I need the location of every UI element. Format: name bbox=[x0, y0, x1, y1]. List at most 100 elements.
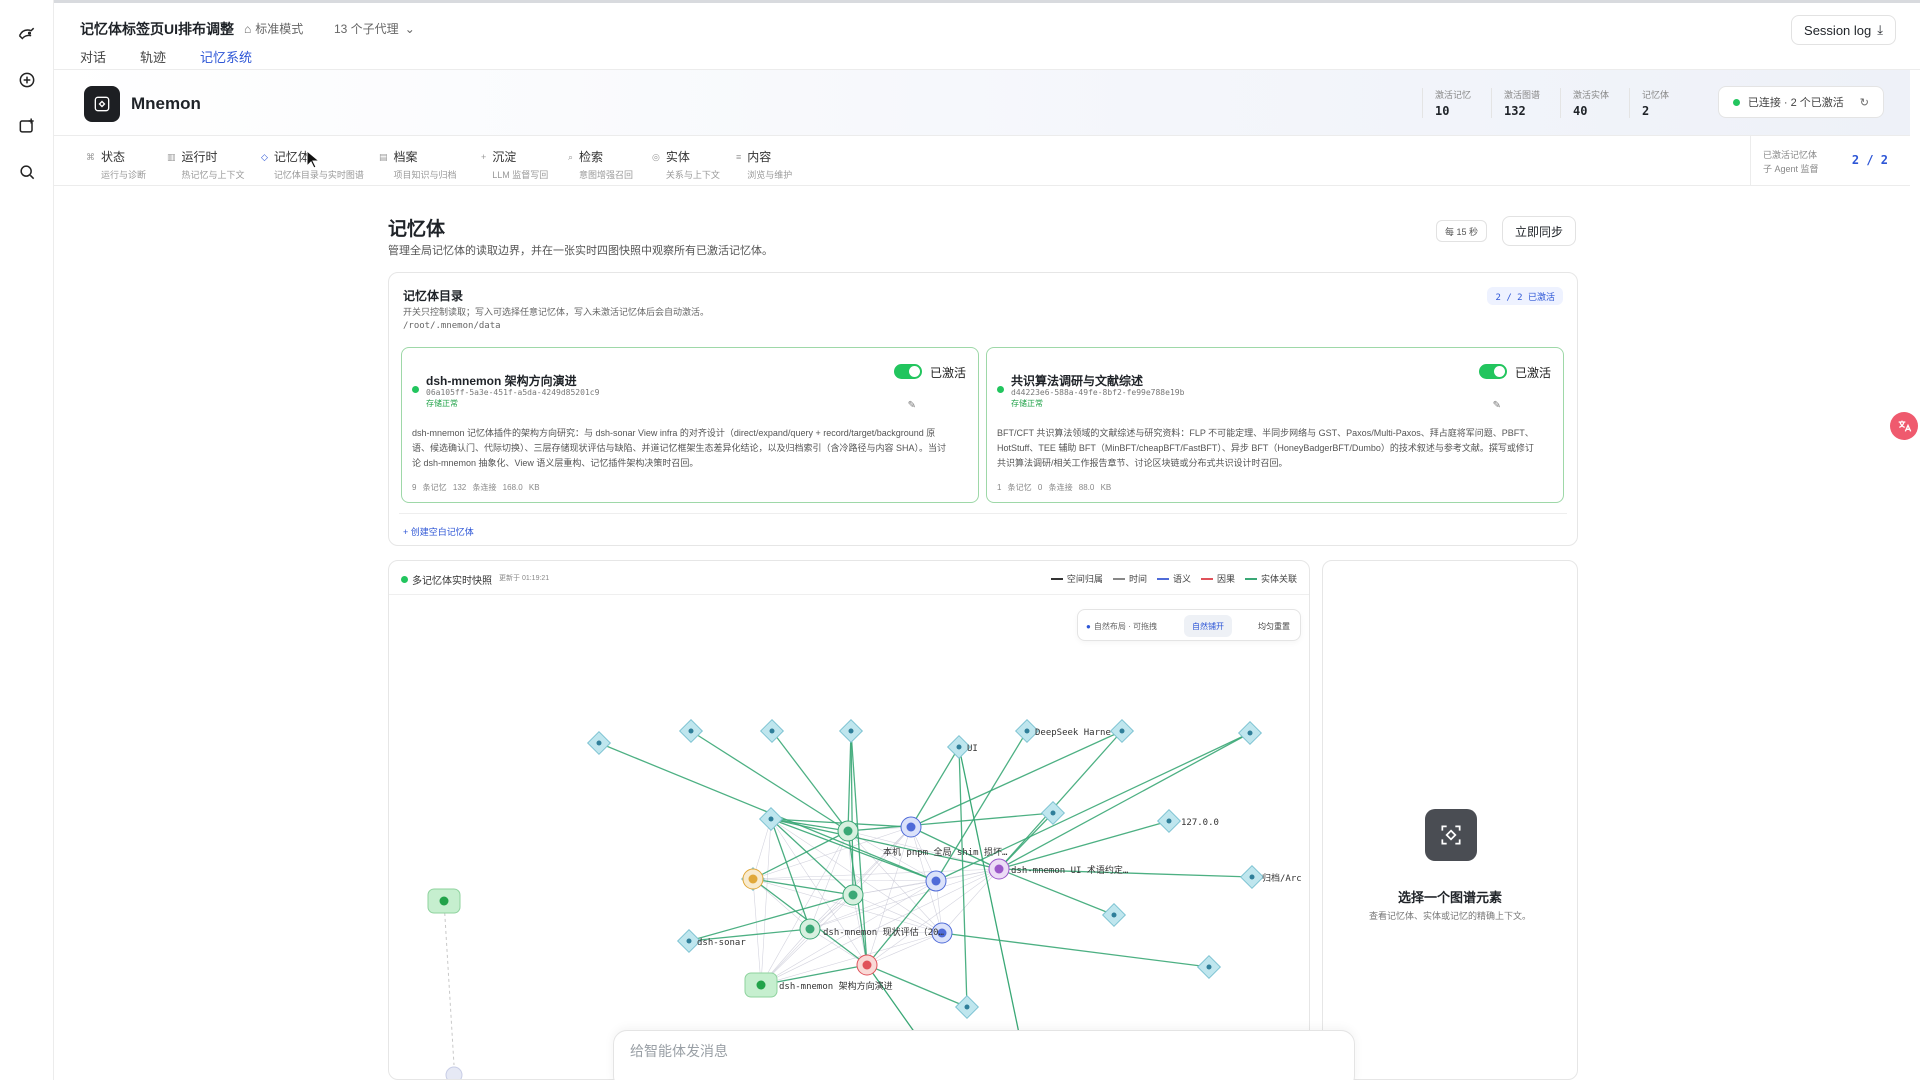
detail-title: 选择一个图谱元素 bbox=[1397, 890, 1502, 905]
memory-card[interactable]: 共识算法调研与文献综述 d44223e6-588a-49fe-8bf2-fe99… bbox=[986, 347, 1564, 503]
subtab-runtime[interactable]: ▥ 运行时 热记忆与上下文 bbox=[167, 148, 245, 181]
graph-node-label: dsh-sonar bbox=[697, 938, 746, 948]
edge-entity bbox=[910, 746, 960, 828]
subtab-desc: 浏览与维护 bbox=[747, 170, 793, 180]
session-log-button[interactable]: Session log ⤓ bbox=[1791, 15, 1896, 45]
search-small-icon: ⌕ bbox=[568, 152, 574, 162]
supervision-label: 子 Agent 监督 bbox=[1763, 164, 1819, 174]
subtab-title: 沉淀 bbox=[492, 150, 517, 164]
graph-header: 多记忆体实时快照 更新于 01:19:21 空间归属 时间 语义 因果 实体关联 bbox=[389, 561, 1309, 595]
subtab-title: 内容 bbox=[747, 150, 772, 164]
directory-title: 记忆体目录 bbox=[403, 289, 464, 303]
stat-value: 132 bbox=[1504, 104, 1526, 118]
create-memory-link[interactable]: + 创建空白记忆体 bbox=[403, 525, 474, 538]
stat-active-memories: 激活记忆 10 bbox=[1422, 88, 1471, 118]
app-name: Mnemon bbox=[131, 94, 201, 113]
main-content: 记忆体 管理全局记忆体的读取边界，并在一张实时四图快照中观察所有已激活记忆体。 … bbox=[54, 186, 1910, 1080]
subtab-retrieval[interactable]: ⌕ 检索 意图增强召回 bbox=[568, 148, 633, 181]
graph-node-label: UI bbox=[967, 744, 978, 754]
subtab-title: 实体 bbox=[665, 150, 690, 164]
edge-entity bbox=[847, 812, 1054, 832]
memory-header: Mnemon 激活记忆 10 激活图谱 132 激活实体 40 记忆体 2 已连… bbox=[54, 70, 1910, 136]
memory-directory-card: 记忆体目录 开关只控制读取；写入可选择任意记忆体，写入未激活记忆体后会自动激活。… bbox=[388, 272, 1578, 546]
sync-now-button[interactable]: 立即同步 bbox=[1502, 216, 1577, 246]
activation-toggle[interactable] bbox=[894, 364, 922, 379]
session-log-label: Session log bbox=[1804, 22, 1872, 38]
detail-description: 查看记忆体、实体或记忆的精确上下文。 bbox=[1368, 911, 1531, 921]
entity-node-center bbox=[1050, 810, 1056, 816]
directory-path: /root/.mnemon/data bbox=[403, 321, 501, 331]
layout-hint-label: 自然布局 · 可拖拽 bbox=[1093, 622, 1157, 631]
memory-node-core bbox=[862, 960, 872, 970]
graph-node-label: dsh-mnemon 架构方向演进 bbox=[779, 980, 893, 992]
natural-spread-button[interactable]: 自然铺开 bbox=[1184, 615, 1232, 637]
message-composer bbox=[613, 1030, 1355, 1080]
subtab-entities[interactable]: ◎ 实体 关系与上下文 bbox=[652, 148, 720, 181]
edge-entity bbox=[998, 820, 1170, 870]
add-project-icon[interactable] bbox=[13, 112, 41, 140]
graph-updated: 更新于 01:19:21 bbox=[499, 575, 550, 582]
entity-node-center bbox=[1111, 912, 1117, 918]
activated-label: 已激活记忆体 bbox=[1763, 150, 1818, 160]
legend-label: 实体关联 bbox=[1260, 574, 1297, 584]
stat-memory-bodies: 记忆体 2 bbox=[1629, 88, 1669, 118]
subtab-archive[interactable]: ▤ 档案 项目知识与归档 bbox=[379, 148, 457, 181]
entity-node-center bbox=[688, 728, 694, 734]
connection-label: 已连接 · 2 个已激活 bbox=[1747, 97, 1844, 109]
edge-entity bbox=[910, 730, 1123, 828]
memory-id: 06a105ff-5a3e-451f-a5da-4249d85201c9 bbox=[426, 388, 600, 397]
mode-icon: ⌂ bbox=[244, 21, 252, 36]
stat-label: 记忆体 bbox=[1642, 90, 1670, 100]
message-input[interactable] bbox=[630, 1043, 1230, 1059]
translate-icon[interactable] bbox=[1890, 412, 1918, 440]
graph-node-label: 归档/Arc bbox=[1262, 872, 1302, 884]
edge-entity bbox=[847, 730, 852, 832]
subtab-status[interactable]: ⌘ 状态 运行与诊断 bbox=[86, 148, 146, 181]
search-icon[interactable] bbox=[13, 158, 41, 186]
memory-card[interactable]: dsh-mnemon 架构方向演进 06a105ff-5a3e-451f-a5d… bbox=[401, 347, 979, 503]
graph-canvas[interactable]: UI DeepSeek Harne 本机 pnpm 全局 shim 损坏… 127.0… bbox=[389, 595, 1310, 1080]
top-bar: 记忆体标签页UI排布调整 ⌂ 标准模式 13 个子代理 ⌄ 对话 轨迹 记忆系统… bbox=[54, 0, 1920, 74]
interval-label: 每 15 秒 bbox=[1445, 226, 1479, 237]
memory-meta: 1 条记忆 0 条连接 88.0 KB bbox=[997, 483, 1112, 492]
chevron-down-icon: ⌄ bbox=[404, 21, 415, 36]
edge-entity bbox=[935, 732, 1251, 882]
status-dot bbox=[1732, 98, 1740, 106]
subtab-distill[interactable]: + 沉淀 LLM 监督写回 bbox=[481, 148, 548, 181]
legend-label: 空间归属 bbox=[1066, 574, 1103, 584]
edit-icon[interactable]: ✎ bbox=[1493, 400, 1501, 411]
memory-state: 存储正常 bbox=[1011, 399, 1043, 408]
edge-temporal bbox=[760, 818, 772, 986]
subagents-dropdown[interactable]: 13 个子代理 ⌄ bbox=[334, 20, 415, 37]
edge-spatial bbox=[443, 900, 455, 1066]
edit-icon[interactable]: ✎ bbox=[908, 400, 916, 411]
entity-node-center bbox=[956, 744, 962, 750]
entity-node-center bbox=[769, 728, 775, 734]
graph-edges bbox=[443, 730, 1253, 1079]
activation-toggle[interactable] bbox=[1479, 364, 1507, 379]
subtab-desc: 项目知识与归档 bbox=[393, 170, 457, 180]
connection-status[interactable]: 已连接 · 2 个已激活 ↻ bbox=[1717, 86, 1884, 118]
uniform-reset-button[interactable]: 均匀重置 bbox=[1258, 621, 1290, 632]
edge-entity bbox=[998, 732, 1251, 870]
refresh-icon[interactable]: ↻ bbox=[1860, 96, 1869, 109]
subtab-content[interactable]: ≡ 内容 浏览与维护 bbox=[736, 148, 792, 181]
directory-description: 开关只控制读取；写入可选择任意记忆体，写入未激活记忆体后会自动激活。 bbox=[403, 307, 710, 317]
mode-selector[interactable]: ⌂ 标准模式 bbox=[244, 20, 303, 37]
legend-swatch bbox=[1156, 577, 1169, 580]
edge-entity bbox=[771, 730, 849, 832]
entity-node-center bbox=[1119, 728, 1125, 734]
stat-value: 2 bbox=[1642, 104, 1650, 118]
graph-node-label: 127.0.0 bbox=[1181, 818, 1219, 828]
subtab-title: 运行时 bbox=[181, 150, 218, 164]
legend-item: 实体关联 bbox=[1244, 572, 1297, 585]
edge-entity bbox=[752, 830, 849, 880]
app-logo-icon[interactable] bbox=[13, 20, 41, 48]
sync-interval[interactable]: 每 15 秒 bbox=[1436, 220, 1488, 242]
memory-node-core bbox=[843, 826, 853, 836]
edge-entity bbox=[866, 880, 937, 966]
memory-meta: 9 条记忆 132 条连接 168.0 KB bbox=[412, 483, 540, 492]
entity-node-center bbox=[964, 1004, 970, 1010]
legend-swatch bbox=[1200, 577, 1213, 580]
new-chat-icon[interactable] bbox=[13, 66, 41, 94]
